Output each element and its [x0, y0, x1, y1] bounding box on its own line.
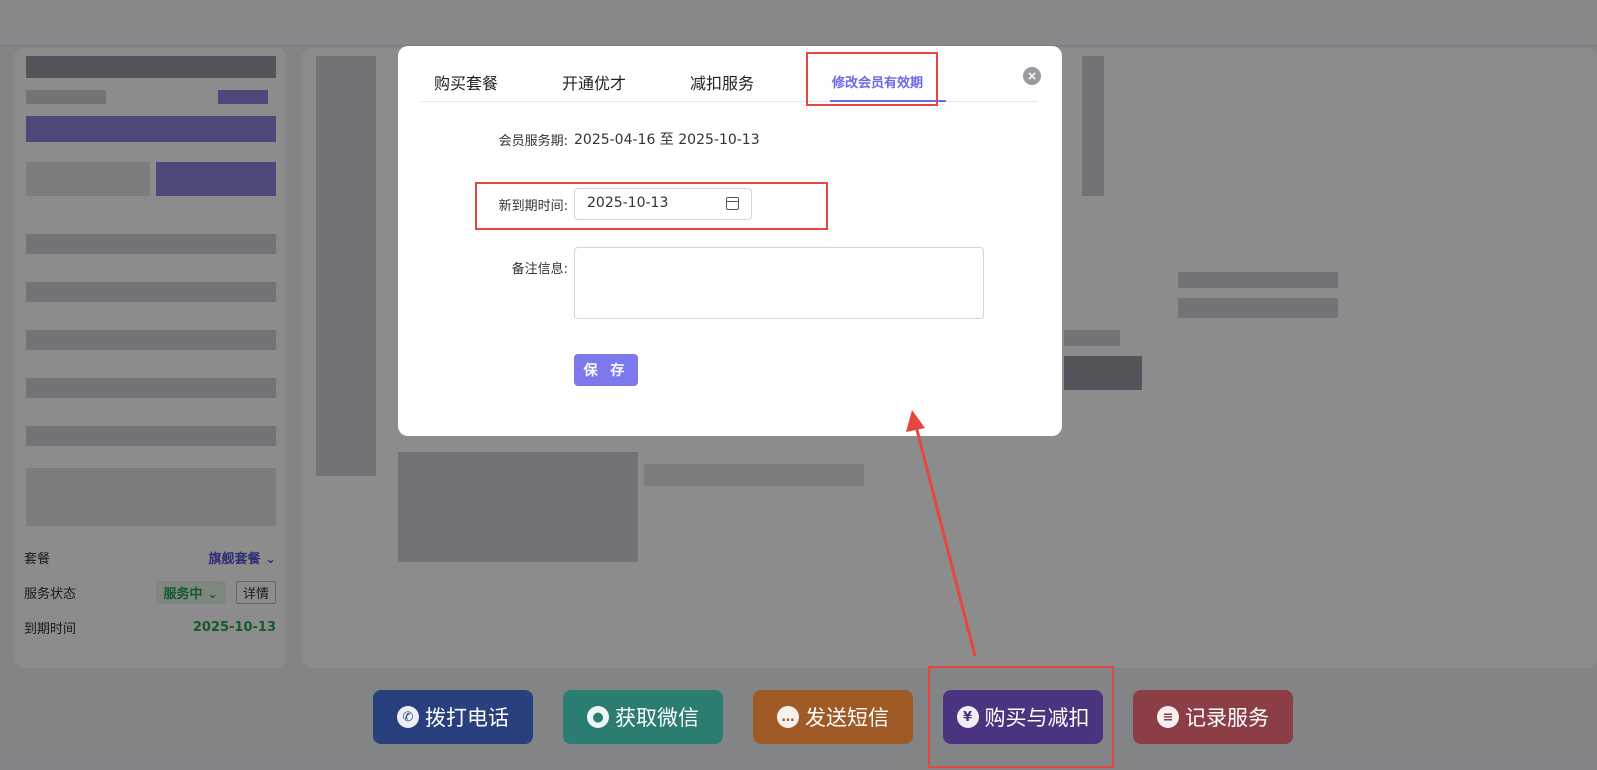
annotation-arrow — [906, 410, 977, 657]
